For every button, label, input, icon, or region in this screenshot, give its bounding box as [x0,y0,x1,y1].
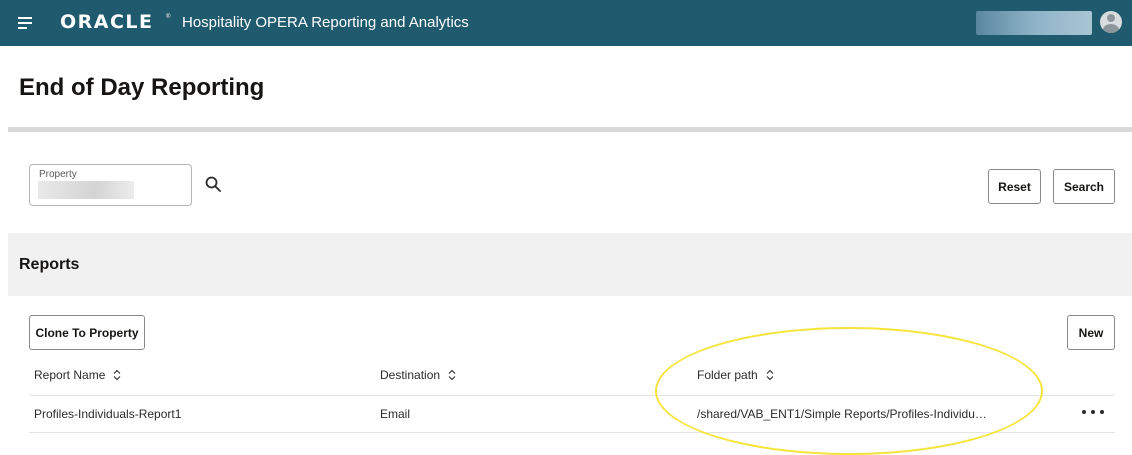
search-button[interactable]: Search [1053,169,1115,204]
reports-section-header: Reports [8,233,1132,296]
reports-section-title: Reports [19,256,80,273]
page-title: End of Day Reporting [19,74,265,101]
column-header-folder-path[interactable]: Folder path [697,368,774,382]
property-field[interactable]: Property [29,164,192,206]
sort-icon [113,369,121,381]
table-row-divider [29,432,1115,433]
app-title: Hospitality OPERA Reporting and Analytic… [182,14,469,31]
property-label: Property [39,169,77,180]
sort-icon [766,369,774,381]
column-header-label: Folder path [697,368,758,382]
hamburger-menu-icon[interactable] [18,17,34,29]
user-name-blurred[interactable] [976,11,1092,35]
column-header-label: Report Name [34,368,106,382]
header-divider [8,127,1132,132]
reset-button[interactable]: Reset [988,169,1041,204]
user-avatar-icon[interactable] [1100,11,1122,33]
registered-mark: ® [166,14,171,20]
column-header-label: Destination [380,368,441,382]
clone-to-property-button[interactable]: Clone To Property [29,315,145,350]
cell-destination: Email [380,407,411,421]
highlight-ellipse-annotation [655,327,1043,455]
more-horizontal-icon[interactable] [1082,402,1104,422]
oracle-logo: ORACLE [60,11,154,33]
search-icon[interactable] [205,176,221,192]
property-input[interactable] [38,181,134,199]
column-header-destination[interactable]: Destination [380,368,456,382]
column-header-report-name[interactable]: Report Name [34,368,121,382]
top-app-bar: ORACLE ® Hospitality OPERA Reporting and… [0,0,1132,46]
sort-icon [448,369,456,381]
new-report-button[interactable]: New [1067,315,1115,350]
table-row-divider [29,395,1115,396]
cell-report-name: Profiles-Individuals-Report1 [34,407,182,421]
cell-folder-path: /shared/VAB_ENT1/Simple Reports/Profiles… [697,407,987,421]
